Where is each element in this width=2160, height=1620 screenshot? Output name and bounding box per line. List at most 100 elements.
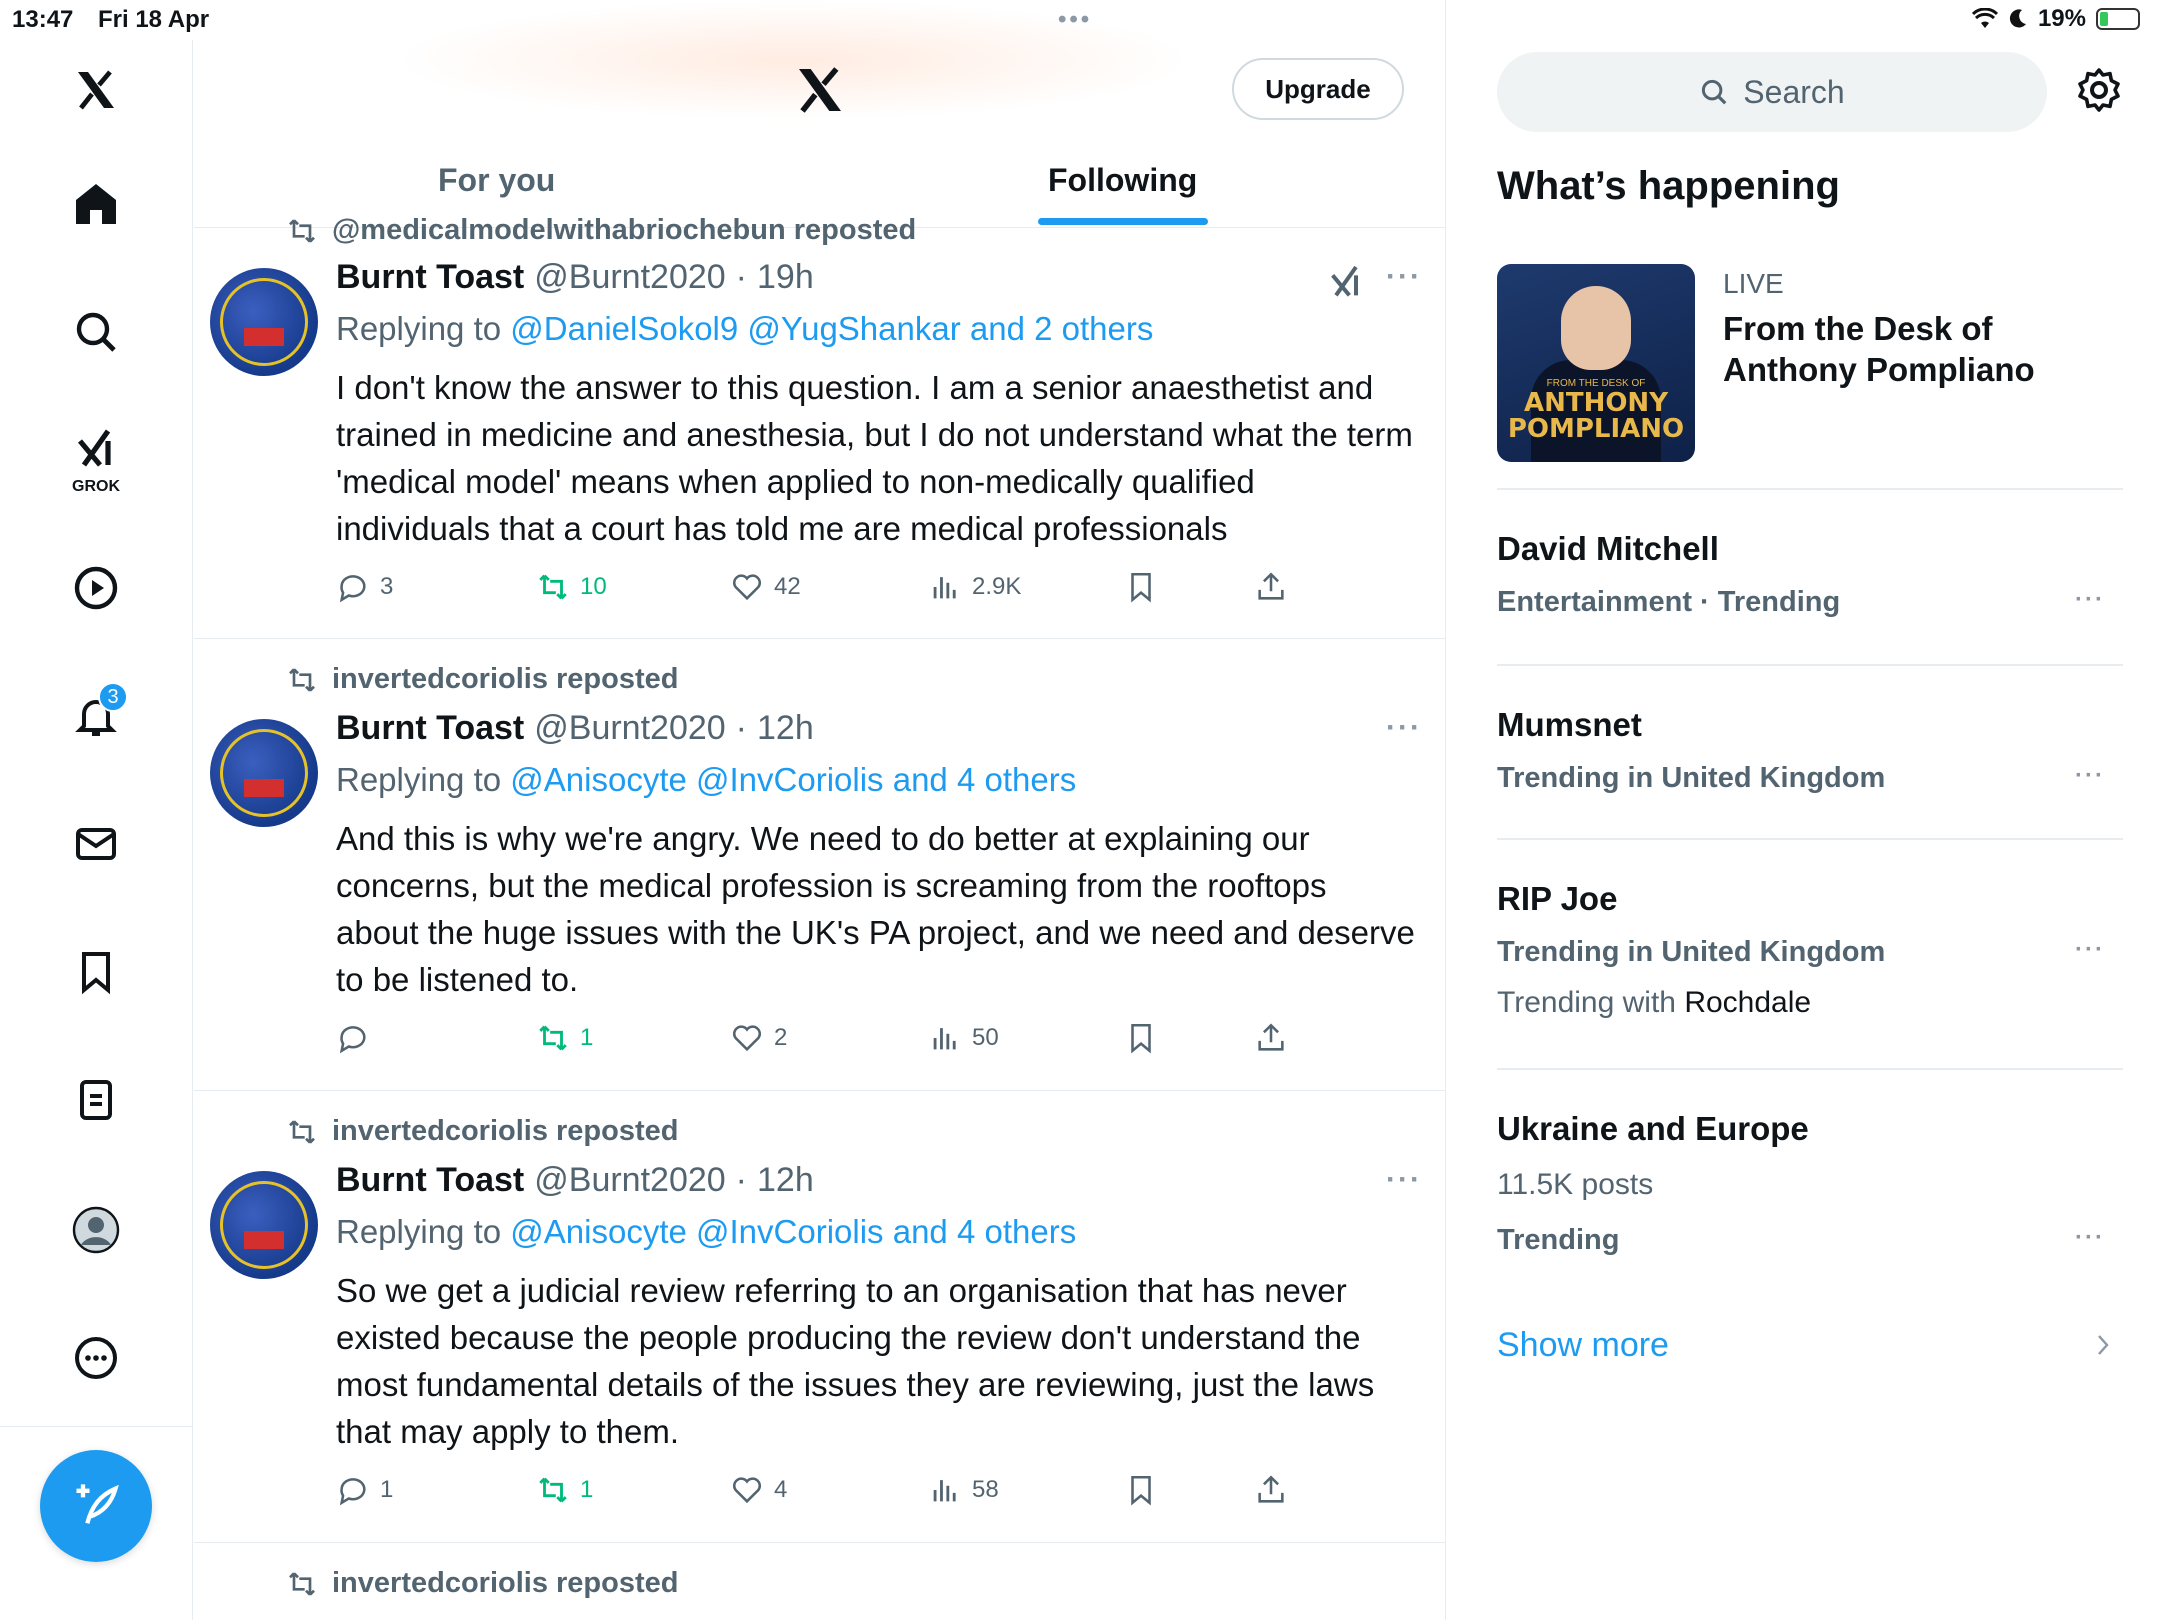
tab-following[interactable]: Following bbox=[1048, 162, 1197, 199]
like-button[interactable]: 2 bbox=[730, 1021, 787, 1055]
like-button[interactable]: 4 bbox=[730, 1473, 787, 1507]
home-icon[interactable] bbox=[56, 164, 136, 244]
views-chart-icon bbox=[933, 577, 956, 599]
repost-by-label[interactable]: invertedcoriolis reposted bbox=[332, 663, 679, 696]
bookmark-button[interactable] bbox=[1124, 570, 1158, 604]
author-avatar[interactable] bbox=[210, 719, 318, 827]
post-actions: 1 1 4 58 bbox=[336, 1473, 1336, 1517]
post-time[interactable]: 12h bbox=[757, 709, 814, 748]
repost-count: 1 bbox=[580, 1024, 594, 1051]
share-button[interactable] bbox=[1254, 1473, 1288, 1507]
like-button[interactable]: 42 bbox=[730, 570, 801, 604]
trend-more-icon[interactable]: ··· bbox=[2075, 586, 2105, 614]
post[interactable]: @medicalmodelwithabriochebun reposted Bu… bbox=[194, 214, 1445, 639]
explore-search-icon[interactable] bbox=[56, 292, 136, 372]
post-more-icon[interactable]: ··· bbox=[1386, 260, 1422, 294]
upgrade-button[interactable]: Upgrade bbox=[1232, 58, 1404, 120]
x-header-logo-icon[interactable] bbox=[792, 62, 848, 123]
share-button[interactable] bbox=[1254, 1021, 1288, 1055]
author-name[interactable]: Burnt Toast bbox=[336, 1161, 524, 1200]
reply-button[interactable]: 1 bbox=[336, 1473, 393, 1507]
repost-icon bbox=[289, 218, 315, 243]
post-more-icon[interactable]: ··· bbox=[1386, 1163, 1422, 1197]
live-event-title: From the Desk of Anthony Pompliano bbox=[1723, 310, 2035, 388]
lists-icon[interactable] bbox=[56, 1060, 136, 1140]
trend-title: RIP Joe bbox=[1497, 880, 1618, 917]
author-avatar[interactable] bbox=[210, 268, 318, 376]
reply-button[interactable]: 3 bbox=[336, 570, 393, 604]
repost-button[interactable]: 1 bbox=[536, 1473, 593, 1507]
author-avatar[interactable] bbox=[210, 1171, 318, 1279]
post[interactable]: invertedcoriolis reposted Burnt Toast @B… bbox=[194, 1091, 1445, 1543]
share-icon bbox=[1258, 1023, 1284, 1051]
author-handle[interactable]: @Burnt2020 bbox=[534, 258, 725, 297]
post-time[interactable]: 12h bbox=[757, 1161, 814, 1200]
views-button[interactable]: 58 bbox=[928, 1473, 999, 1507]
bookmark-button[interactable] bbox=[1124, 1473, 1158, 1507]
post-actions: 1 2 50 bbox=[336, 1021, 1336, 1065]
trend-meta: Trending bbox=[1497, 1224, 1620, 1256]
share-button[interactable] bbox=[1254, 570, 1288, 604]
replying-links[interactable]: @DanielSokol9 @YugShankar and 2 others bbox=[510, 310, 1153, 347]
video-play-icon[interactable] bbox=[56, 548, 136, 628]
replying-to: Replying to @Anisocyte @InvCoriolis and … bbox=[336, 761, 1076, 799]
replying-links[interactable]: @Anisocyte @InvCoriolis and 4 others bbox=[510, 1213, 1076, 1250]
author-name[interactable]: Burnt Toast bbox=[336, 709, 524, 748]
trend-item[interactable]: David Mitchell Entertainment · Trending … bbox=[1497, 488, 2123, 664]
notifications-bell-icon[interactable]: 3 bbox=[56, 676, 136, 756]
replying-links[interactable]: @Anisocyte @InvCoriolis and 4 others bbox=[510, 761, 1076, 798]
trend-more-icon[interactable]: ··· bbox=[2075, 936, 2105, 964]
more-options-icon[interactable] bbox=[56, 1318, 136, 1398]
views-button[interactable]: 2.9K bbox=[928, 570, 1021, 604]
bookmarks-icon[interactable] bbox=[56, 932, 136, 1012]
compose-post-button[interactable] bbox=[40, 1450, 152, 1562]
live-event-card[interactable]: FROM THE DESK OF ANTHONY POMPLIANO LIVE … bbox=[1497, 264, 2123, 490]
profile-avatar-icon[interactable] bbox=[56, 1190, 136, 1270]
trend-title: David Mitchell bbox=[1497, 530, 1719, 567]
messages-envelope-icon[interactable] bbox=[56, 804, 136, 884]
like-count: 4 bbox=[774, 1476, 788, 1503]
post[interactable]: invertedcoriolis reposted Burnt Toast @B… bbox=[194, 639, 1445, 1091]
grok-explain-icon[interactable] bbox=[1326, 262, 1366, 307]
author-handle[interactable]: @Burnt2020 bbox=[534, 1161, 725, 1200]
chevron-right-icon bbox=[2091, 1330, 2115, 1365]
post-more-icon[interactable]: ··· bbox=[1386, 711, 1422, 745]
trend-more-icon[interactable]: ··· bbox=[2075, 762, 2105, 790]
reply-icon bbox=[339, 1478, 366, 1506]
show-more-link[interactable]: Show more bbox=[1497, 1326, 1669, 1365]
author-name[interactable]: Burnt Toast bbox=[336, 258, 524, 297]
trending-with-value[interactable]: Rochdale bbox=[1684, 986, 1811, 1019]
grok-label: GROK bbox=[72, 478, 120, 495]
trend-item[interactable]: Ukraine and Europe 11.5K posts Trending … bbox=[1497, 1068, 2123, 1298]
grok-icon[interactable]: GROK bbox=[56, 418, 136, 498]
settings-gear-icon[interactable] bbox=[2075, 66, 2123, 119]
repost-by-label[interactable]: invertedcoriolis reposted bbox=[332, 1115, 679, 1148]
trend-more-icon[interactable]: ··· bbox=[2075, 1224, 2105, 1252]
trending-with: Trending with Rochdale bbox=[1497, 986, 1811, 1020]
bookmark-icon bbox=[1131, 572, 1151, 603]
tab-for-you[interactable]: For you bbox=[438, 162, 555, 199]
search-input[interactable]: Search bbox=[1497, 52, 2047, 132]
post-text: And this is why we're angry. We need to … bbox=[336, 820, 1415, 998]
whats-happening-title: What’s happening bbox=[1497, 164, 1840, 208]
replying-prefix: Replying to bbox=[336, 310, 502, 347]
views-button[interactable]: 50 bbox=[928, 1021, 999, 1055]
bookmark-button[interactable] bbox=[1124, 1021, 1158, 1055]
trend-item[interactable]: Mumsnet Trending in United Kingdom ··· bbox=[1497, 664, 2123, 838]
share-icon bbox=[1258, 572, 1284, 600]
repost-by-label[interactable]: @medicalmodelwithabriochebun reposted bbox=[332, 214, 916, 247]
reply-button[interactable] bbox=[336, 1021, 380, 1055]
post-time[interactable]: 19h bbox=[757, 258, 814, 297]
author-handle[interactable]: @Burnt2020 bbox=[534, 709, 725, 748]
replying-prefix: Replying to bbox=[336, 1213, 502, 1250]
post[interactable]: invertedcoriolis reposted bbox=[194, 1543, 1445, 1620]
post-actions: 3 10 42 2.9K bbox=[336, 570, 1336, 614]
repost-button[interactable]: 10 bbox=[536, 570, 607, 604]
repost-button[interactable]: 1 bbox=[536, 1021, 593, 1055]
replying-prefix: Replying to bbox=[336, 761, 502, 798]
x-logo-icon[interactable] bbox=[56, 50, 136, 130]
nav-divider bbox=[0, 1426, 193, 1427]
repost-by-label[interactable]: invertedcoriolis reposted bbox=[332, 1567, 679, 1600]
trend-item[interactable]: RIP Joe Trending in United Kingdom ··· T… bbox=[1497, 838, 2123, 1068]
status-date: Fri 18 Apr bbox=[98, 6, 210, 33]
